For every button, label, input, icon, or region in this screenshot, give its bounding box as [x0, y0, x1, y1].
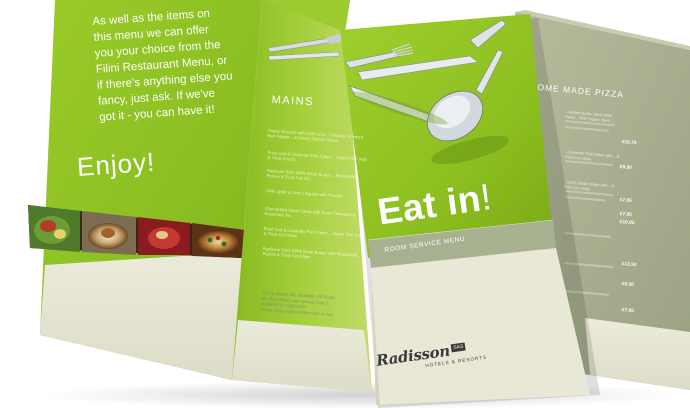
left-intro-text: As well as the items on this menu we can… — [92, 4, 249, 126]
enjoy-heading: Enjoy! — [76, 146, 157, 182]
mains-heading: MAINS — [271, 94, 315, 109]
price: £7.95 — [621, 308, 634, 315]
price: £7.95 — [619, 212, 632, 219]
logo-badge: SAS — [450, 342, 466, 353]
price: £9.50 — [619, 165, 632, 172]
price: £9.50 — [621, 282, 634, 289]
price: £7.95 — [619, 198, 632, 205]
